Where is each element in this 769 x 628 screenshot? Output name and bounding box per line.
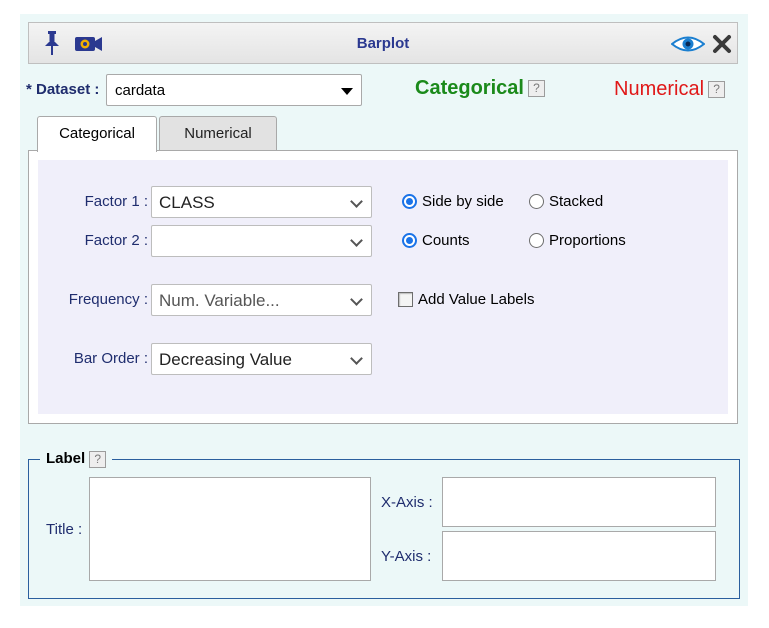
- dataset-value: cardata: [115, 82, 166, 99]
- categorical-heading-text: Categorical: [415, 77, 524, 99]
- bar-order-label: Bar Order :: [73, 350, 148, 367]
- window-title: Barplot: [356, 35, 410, 52]
- frequency-label: Frequency :: [68, 291, 148, 308]
- eye-icon[interactable]: [670, 35, 706, 57]
- yaxis-input[interactable]: [442, 531, 716, 581]
- checkbox-add-value-labels[interactable]: Add Value Labels: [398, 291, 534, 308]
- frequency-select[interactable]: Num. Variable...: [151, 284, 372, 316]
- label-legend: Label?: [40, 450, 113, 468]
- factor2-select[interactable]: [151, 225, 372, 257]
- tab-categorical[interactable]: Categorical: [37, 116, 157, 152]
- radio-label: Proportions: [549, 232, 626, 249]
- factor1-select[interactable]: CLASS: [151, 186, 372, 218]
- dataset-select[interactable]: cardata: [106, 74, 362, 106]
- radio-button[interactable]: [529, 194, 544, 209]
- numerical-heading-text: Numerical: [614, 78, 705, 100]
- xaxis-input[interactable]: [442, 477, 716, 527]
- title-label: Title :: [46, 521, 83, 538]
- help-icon[interactable]: ?: [527, 80, 545, 98]
- tab-panel-categorical: Factor 1 : CLASS Factor 2 : Frequency : …: [28, 150, 738, 424]
- xaxis-label: X-Axis :: [381, 494, 433, 511]
- checkbox-label: Add Value Labels: [418, 291, 535, 308]
- radio-button[interactable]: [529, 233, 544, 248]
- checkbox[interactable]: [398, 292, 413, 307]
- factor1-value: CLASS: [159, 193, 215, 212]
- categorical-heading: Categorical?: [415, 77, 545, 100]
- close-icon[interactable]: [712, 34, 732, 58]
- radio-label: Counts: [422, 232, 470, 249]
- title-input[interactable]: [89, 477, 371, 581]
- radio-label: Side by side: [422, 193, 504, 210]
- radio-button[interactable]: [402, 194, 417, 209]
- bar-order-value: Decreasing Value: [159, 350, 292, 369]
- help-icon[interactable]: ?: [89, 450, 107, 468]
- options-area: Factor 1 : CLASS Factor 2 : Frequency : …: [38, 160, 728, 414]
- tab-numerical[interactable]: Numerical: [159, 116, 277, 151]
- caret-down-icon: [341, 88, 353, 95]
- help-icon[interactable]: ?: [708, 81, 726, 99]
- radio-counts[interactable]: Counts: [402, 232, 470, 249]
- chevron-down-icon: [350, 352, 363, 365]
- title-bar: Barplot: [28, 22, 738, 64]
- chevron-down-icon: [350, 293, 363, 306]
- numerical-heading: Numerical?: [614, 78, 726, 101]
- bar-order-select[interactable]: Decreasing Value: [151, 343, 372, 375]
- chevron-down-icon: [350, 195, 363, 208]
- frequency-placeholder: Num. Variable...: [159, 291, 280, 310]
- factor1-label: Factor 1 :: [84, 193, 148, 210]
- radio-side-by-side[interactable]: Side by side: [402, 193, 504, 210]
- radio-label: Stacked: [549, 193, 604, 210]
- radio-stacked[interactable]: Stacked: [529, 193, 603, 210]
- radio-button[interactable]: [402, 233, 417, 248]
- factor2-label: Factor 2 :: [84, 232, 148, 249]
- dataset-label: * Dataset :: [26, 81, 100, 98]
- yaxis-label: Y-Axis :: [381, 548, 432, 565]
- radio-proportions[interactable]: Proportions: [529, 232, 626, 249]
- label-legend-text: Label: [46, 450, 86, 467]
- chevron-down-icon: [350, 234, 363, 247]
- barplot-dialog: Barplot * Dataset : cardata Categorical?…: [20, 14, 748, 606]
